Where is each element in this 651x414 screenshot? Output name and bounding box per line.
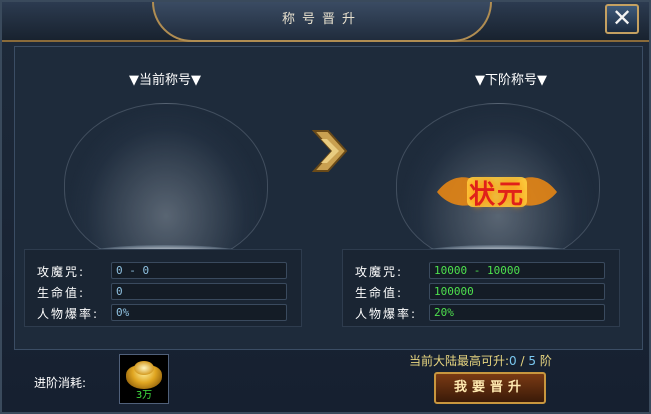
next-title-heading: ▼下阶称号▼ <box>475 73 547 88</box>
gold-ingot-top <box>134 361 154 375</box>
next-title-name: 状元 <box>468 180 525 210</box>
title-bar: 称号晋升 ✕ <box>2 2 649 42</box>
stat-value: 100000 <box>429 283 605 300</box>
stat-label: 人物爆率: <box>355 307 418 321</box>
stat-row-droprate: 人物爆率: 20% <box>343 304 619 322</box>
glass-dome <box>64 103 268 265</box>
stat-value: 0 - 0 <box>111 262 287 279</box>
stat-value: 0% <box>111 304 287 321</box>
stat-row-attack: 攻魔咒: 10000 - 10000 <box>343 262 619 280</box>
stat-label: 生命值: <box>355 286 404 300</box>
max-rank-current: 0 <box>509 354 517 368</box>
stat-value: 10000 - 10000 <box>429 262 605 279</box>
stat-label: 人物爆率: <box>37 307 100 321</box>
current-stats-panel: 攻魔咒: 0 - 0 生命值: 0 人物爆率: 0% <box>24 249 302 327</box>
stat-row-droprate: 人物爆率: 0% <box>25 304 301 322</box>
stat-row-hp: 生命值: 0 <box>25 283 301 301</box>
stat-row-hp: 生命值: 100000 <box>343 283 619 301</box>
stat-row-attack: 攻魔咒: 0 - 0 <box>25 262 301 280</box>
max-rank-prefix: 当前大陆最高可升: <box>409 354 510 368</box>
cost-label: 进阶消耗: <box>34 376 87 390</box>
current-title-heading: ▼当前称号▼ <box>129 73 201 88</box>
stat-value: 0 <box>111 283 287 300</box>
stat-label: 攻魔咒: <box>37 265 86 279</box>
close-button[interactable]: ✕ <box>605 4 639 34</box>
cost-item-slot[interactable]: 3万 <box>119 354 169 404</box>
max-rank-separator: / <box>516 354 529 368</box>
window-title: 称号晋升 <box>281 12 362 27</box>
max-rank-info: 当前大陆最高可升:0 / 5 阶 <box>409 352 552 369</box>
cost-item-quantity: 3万 <box>135 390 153 401</box>
max-rank-max: 5 <box>528 354 536 368</box>
next-stats-panel: 攻魔咒: 10000 - 10000 生命值: 100000 人物爆率: 20% <box>342 249 620 327</box>
next-title-badge: 状元 <box>427 167 567 217</box>
close-icon: ✕ <box>611 4 633 32</box>
title-promotion-window: 称号晋升 ✕ ▼当前称号▼ ▼下阶称号▼ 状元 攻魔咒: 0 - 0 生命值: … <box>0 0 651 414</box>
stat-value: 20% <box>429 304 605 321</box>
max-rank-suffix: 阶 <box>536 354 552 368</box>
stat-label: 生命值: <box>37 286 86 300</box>
chevron-right-icon <box>312 130 348 172</box>
promote-button[interactable]: 我要晋升 <box>434 372 546 404</box>
stat-label: 攻魔咒: <box>355 265 404 279</box>
comparison-panel: ▼当前称号▼ ▼下阶称号▼ 状元 攻魔咒: 0 - 0 生命值: 0 人物爆率:… <box>14 46 643 350</box>
